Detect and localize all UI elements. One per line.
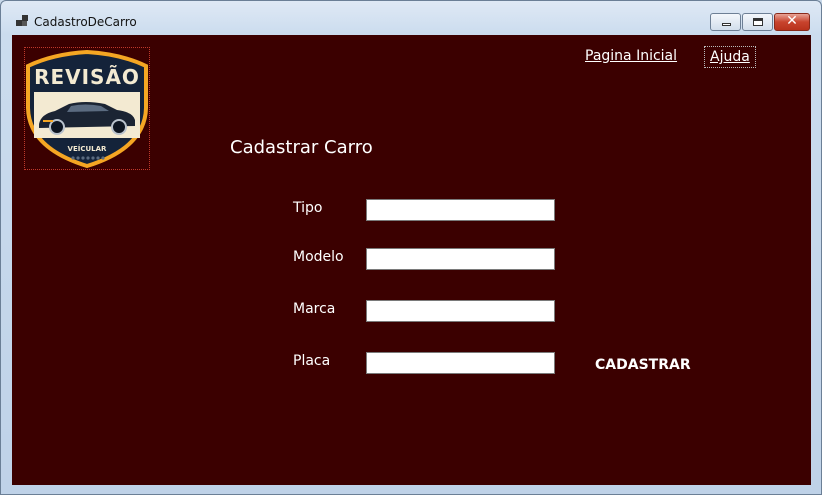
app-window: CadastroDeCarro ✕ REVISÃO VEÍCULAR Pagin… <box>0 0 822 495</box>
maximize-button[interactable] <box>742 13 773 31</box>
minimize-button[interactable] <box>710 13 741 31</box>
placa-label: Placa <box>293 353 331 369</box>
page-title: Cadastrar Carro <box>230 137 373 158</box>
svg-text:VEÍCULAR: VEÍCULAR <box>68 144 108 153</box>
placa-input[interactable] <box>366 352 555 374</box>
marca-label: Marca <box>293 301 336 317</box>
minimize-icon <box>722 23 731 26</box>
marca-input[interactable] <box>366 300 555 322</box>
cadastrar-button[interactable]: CADASTRAR <box>595 357 691 373</box>
home-link[interactable]: Pagina Inicial <box>585 48 677 64</box>
maximize-icon <box>753 18 763 26</box>
svg-text:REVISÃO: REVISÃO <box>34 65 140 89</box>
revisao-veicular-logo: REVISÃO VEÍCULAR <box>26 49 148 169</box>
form-client-area: REVISÃO VEÍCULAR Pagina Inicial Ajuda Ca… <box>12 35 811 485</box>
window-title: CadastroDeCarro <box>34 15 137 29</box>
tipo-label: Tipo <box>293 200 323 216</box>
close-icon: ✕ <box>786 13 798 29</box>
app-icon <box>16 15 28 27</box>
close-button[interactable]: ✕ <box>774 13 810 31</box>
help-link[interactable]: Ajuda <box>704 46 756 68</box>
title-bar[interactable]: CadastroDeCarro ✕ <box>1 1 821 35</box>
modelo-input[interactable] <box>366 248 555 270</box>
modelo-label: Modelo <box>293 249 344 265</box>
tipo-input[interactable] <box>366 199 555 221</box>
logo-picture: REVISÃO VEÍCULAR <box>24 47 150 170</box>
